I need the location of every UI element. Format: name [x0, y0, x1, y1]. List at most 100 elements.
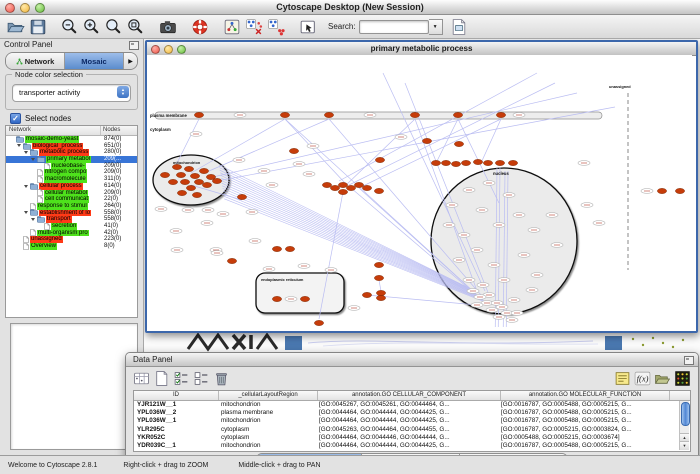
function-icon[interactable]: f(x) [634, 370, 651, 387]
float-panel-icon[interactable] [684, 356, 694, 365]
expander-icon[interactable] [30, 216, 37, 223]
network-tree-row-transport[interactable]: transport558(0) [6, 216, 137, 223]
network-node[interactable] [172, 164, 181, 169]
table-col-id[interactable]: ID [134, 391, 219, 400]
network-node[interactable] [289, 148, 298, 153]
network-node[interactable] [374, 262, 383, 267]
attribute-row-ydr039c-1[interactable]: YDR039C__1mitochondrion[GO:0044464, GO:0… [134, 442, 690, 450]
network-node[interactable] [314, 320, 323, 325]
region-plasma-membrane[interactable] [155, 112, 602, 119]
snapshot-icon[interactable] [158, 17, 178, 37]
network-node[interactable] [374, 275, 383, 280]
network-tree-row-overview[interactable]: Overview8(0) [6, 243, 137, 250]
select-attributes-icon[interactable] [173, 370, 190, 387]
birdseye-view[interactable] [10, 323, 138, 450]
delete-attribute-icon[interactable] [213, 370, 230, 387]
network-node[interactable] [184, 166, 193, 171]
network-tree-row-secretion[interactable]: secretion41(0) [6, 223, 137, 230]
network-node[interactable] [176, 172, 185, 177]
network-tree-row-primary-metabol[interactable]: primary metabol209(... [6, 156, 137, 163]
network-node[interactable] [441, 160, 450, 165]
network-edge[interactable] [481, 119, 501, 163]
network-node[interactable] [237, 194, 246, 199]
search-dropdown-arrow-icon[interactable]: ▼ [429, 19, 443, 35]
expander-icon[interactable] [16, 143, 23, 150]
attribute-row-ypl036w-1[interactable]: YPL036W__1mitochondrion[GO:0044464, GO:0… [134, 417, 690, 425]
network-node[interactable] [192, 192, 201, 197]
table-col-annotation-go-cellular-component[interactable]: annotation.GO CELLULAR_COMPONENT [318, 391, 501, 400]
expander-icon[interactable] [23, 210, 30, 217]
network-node[interactable] [431, 160, 440, 165]
table-scrollbar[interactable]: ▲ ▼ [679, 401, 689, 450]
attribute-row-ylr295c[interactable]: YLR295Ccytoplasm[GO:0045263, GO:0044464,… [134, 426, 690, 434]
network-node[interactable] [473, 159, 482, 164]
network-tree-row-metabolic-process[interactable]: metabolic process280(0) [6, 149, 137, 156]
network-tree-row-cellular-metabol[interactable]: cellular metabol209(0) [6, 190, 137, 197]
network-edge[interactable] [345, 119, 415, 186]
network-edge[interactable] [213, 93, 577, 177]
network-tree-row-multi-organism-pro[interactable]: multi-organism pro42(0) [6, 230, 137, 237]
search-input[interactable] [359, 20, 429, 34]
network-node[interactable] [330, 185, 339, 190]
table-col--cellularlayoutregion[interactable]: _cellularLayoutRegion [219, 391, 318, 400]
scrollbar-thumb[interactable] [681, 402, 690, 426]
network-edge[interactable] [349, 83, 555, 185]
expander-icon[interactable] [23, 183, 30, 190]
scroll-down-icon[interactable]: ▼ [680, 441, 689, 450]
annotation-select-icon[interactable] [298, 17, 318, 37]
network-node[interactable] [376, 290, 385, 295]
network-node[interactable] [199, 168, 208, 173]
network-node[interactable] [376, 295, 385, 300]
network-tree-row-nitrogen-compo[interactable]: nitrogen compo209(0) [6, 169, 137, 176]
network-tree-row-cell-communicat[interactable]: cell communicat22(0) [6, 196, 137, 203]
network-node[interactable] [451, 161, 460, 166]
network-tree-row-biological-process[interactable]: biological_process651(0) [6, 143, 137, 150]
network-node[interactable] [422, 138, 431, 143]
network-node[interactable] [285, 246, 294, 251]
network-node[interactable] [272, 246, 281, 251]
zoom-out-icon[interactable] [60, 17, 80, 37]
expander-icon[interactable] [23, 149, 30, 156]
network-node[interactable] [227, 258, 236, 263]
network-node[interactable] [180, 179, 189, 184]
network-node[interactable] [657, 188, 666, 193]
network-node[interactable] [375, 157, 384, 162]
zoom-fit-icon[interactable] [126, 17, 146, 37]
help-icon[interactable] [190, 17, 210, 37]
label-icon[interactable] [614, 370, 631, 387]
attribute-row-ykr052c[interactable]: YKR052Ccytoplasm[GO:0044464, GO:0044446,… [134, 434, 690, 442]
network-node[interactable] [362, 185, 371, 190]
import-icon[interactable] [654, 370, 671, 387]
network-node[interactable] [212, 178, 221, 183]
unhide-all-icon[interactable] [266, 17, 286, 37]
network-node[interactable] [675, 188, 684, 193]
network-node[interactable] [202, 182, 211, 187]
network-node[interactable] [322, 182, 331, 187]
network-node[interactable] [374, 188, 383, 193]
network-tree-row-response-to-stimul[interactable]: response to stimul264(0) [6, 203, 137, 210]
table-col-annotation-go-molecular-function[interactable]: annotation.GO MOLECULAR_FUNCTION [501, 391, 670, 400]
network-node[interactable] [338, 189, 347, 194]
tab-overflow-arrow-icon[interactable]: ▶ [124, 53, 137, 69]
network-node[interactable] [461, 160, 470, 165]
float-panel-icon[interactable] [129, 41, 139, 50]
open-icon[interactable] [6, 17, 26, 37]
network-tree-row-nucleobase-[interactable]: nucleobase-209(0) [6, 163, 137, 170]
hide-selected-icon[interactable] [244, 17, 264, 37]
network-canvas[interactable]: plasma membranecytoplasmmitochondrionnuc… [147, 55, 692, 327]
network-node[interactable] [177, 190, 186, 195]
network-node[interactable] [483, 160, 492, 165]
network-node[interactable] [454, 141, 463, 146]
attribute-row-yjr121w-1[interactable]: YJR121W__1mitochondrion[GO:0045267, GO:0… [134, 401, 690, 409]
network-node[interactable] [410, 112, 419, 117]
attribute-editor-icon[interactable] [133, 370, 150, 387]
network-node[interactable] [362, 292, 371, 297]
zoom-selected-icon[interactable] [104, 17, 124, 37]
network-node[interactable] [272, 296, 281, 301]
tab-network[interactable]: Network [6, 53, 65, 69]
network-node[interactable] [354, 182, 363, 187]
network-node[interactable] [453, 112, 462, 117]
zoom-in-icon[interactable] [82, 17, 102, 37]
network-tree-row-macromolecule[interactable]: macromolecule311(0) [6, 176, 137, 183]
network-tree-row-establishment-of-lo[interactable]: establishment of lo558(0) [6, 210, 137, 217]
